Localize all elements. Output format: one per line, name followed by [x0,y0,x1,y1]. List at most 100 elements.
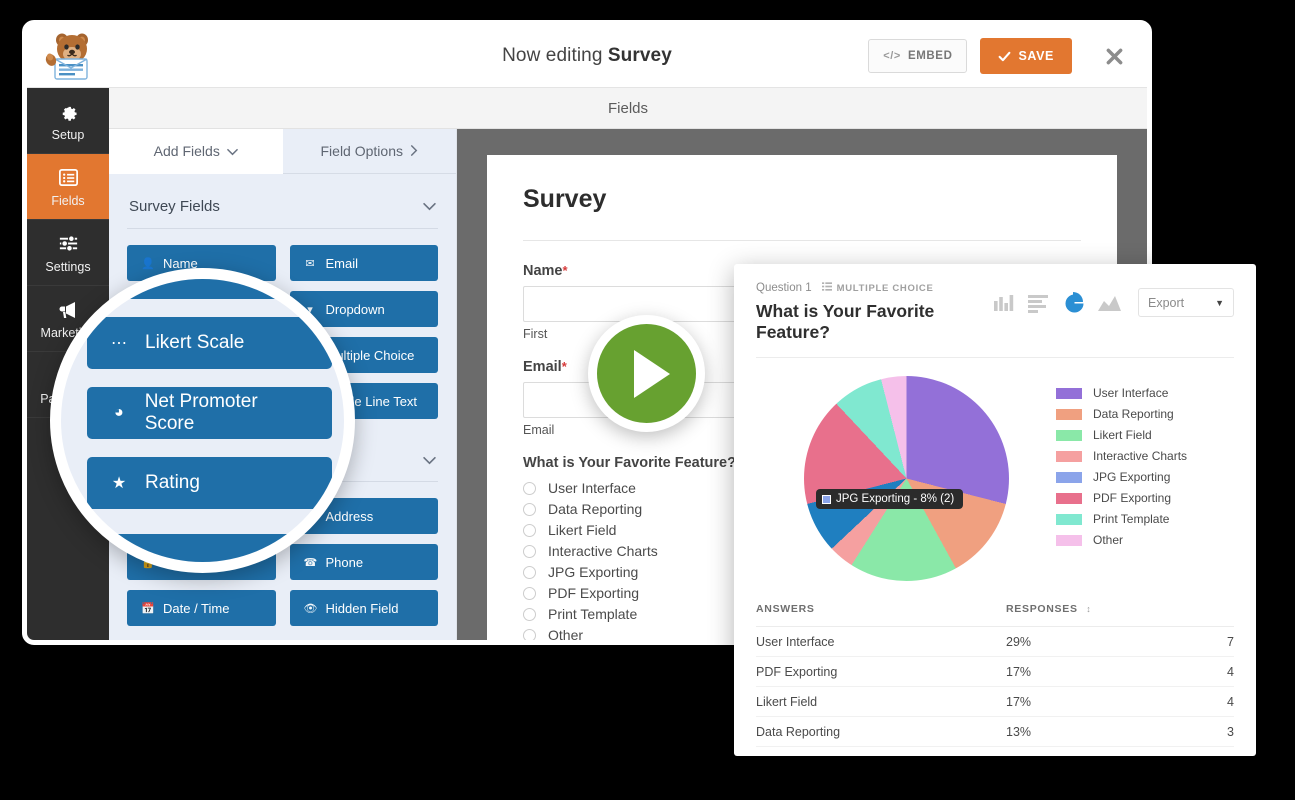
envelope-icon: ✉ [305,257,315,270]
cell-count: 4 [1227,664,1234,679]
list-icon [57,166,80,190]
legend-swatch [1056,429,1082,441]
play-video-button[interactable] [588,315,705,432]
legend-swatch [1056,513,1082,525]
magnified-field-button-label: Likert Scale [145,332,245,353]
legend-label: Interactive Charts [1093,449,1188,463]
area-chart-icon[interactable] [1098,293,1121,313]
radio-icon[interactable] [523,628,536,640]
field-button-date-time[interactable]: 📅 Date / Time [127,590,276,626]
check-icon [999,51,1011,61]
save-button-label: SAVE [1018,49,1054,63]
pie-chart-holder: JPG Exporting - 8% (2) [756,376,1056,581]
legend-item[interactable]: Print Template [1056,512,1187,526]
radio-icon[interactable] [523,523,536,537]
field-button-label: Address [325,508,374,524]
legend-item[interactable]: Interactive Charts [1056,449,1187,463]
radio-icon[interactable] [523,607,536,621]
tab-add-fields[interactable]: Add Fields [109,129,283,174]
magnified-field-button-label: Net Promoter Score [144,391,258,434]
chevron-right-icon [410,143,418,159]
tab-field-options[interactable]: Field Options [282,129,456,174]
legend-item[interactable]: Data Reporting [1056,407,1187,421]
pie-chart-icon[interactable] [1063,292,1085,313]
legend-swatch [1056,492,1082,504]
radio-icon[interactable] [523,586,536,600]
results-question-title: What is Your Favorite Feature? [756,301,935,342]
export-dropdown-label: Export [1148,295,1185,310]
dots-icon: ⋯ [111,335,127,352]
cell-percent: 17% [1006,664,1032,679]
magnified-field-button-likert-scale[interactable]: ⋯ Likert Scale [87,317,332,369]
preview-choice-label: User Interface [548,480,636,496]
cell-count: 4 [1227,694,1234,709]
table-row: User Interface 29% 7 [756,627,1234,657]
close-button[interactable] [1095,37,1133,75]
preview-choice-label: Print Template [548,606,638,622]
legend-label: User Interface [1093,386,1169,400]
gauge-icon: ◕ [114,404,124,421]
preview-choice-label: JPG Exporting [548,564,639,580]
play-triangle-icon [634,349,670,398]
radio-icon[interactable] [523,502,536,516]
save-button[interactable]: SAVE [980,38,1072,74]
horizontal-bar-chart-icon[interactable] [1028,293,1050,313]
results-question-block: Question 1 MULTIPLE CHOICE What is Your … [756,282,993,343]
sidebar-item-label: Setup [51,127,85,142]
column-header-answers: ANSWERS [756,603,815,615]
chevron-down-icon [227,143,238,159]
page-title-prefix: Now editing [502,45,603,66]
required-marker: * [561,359,567,374]
magnified-field-buttons: ⋯ Likert Scale ◕ Net Promoter Score ★ Ra… [87,317,332,509]
preview-choice-label: Data Reporting [548,501,643,517]
radio-icon[interactable] [523,565,536,579]
table-body: User Interface 29% 7 PDF Exporting 17% 4 Liker… [756,627,1234,747]
tab-field-options-label: Field Options [320,143,403,159]
field-button-label: Date / Time [163,600,230,616]
radio-icon[interactable] [523,481,536,495]
section-survey-fields[interactable]: Survey Fields [127,174,438,229]
magnified-field-button-rating[interactable]: ★ Rating [87,457,332,509]
sidebar-item-setup[interactable]: Setup [27,88,109,154]
sidebar-item-settings[interactable]: Settings [27,220,109,286]
legend-item[interactable]: JPG Exporting [1056,470,1187,484]
magnified-field-button-net-promoter-score[interactable]: ◕ Net Promoter Score [87,387,332,439]
chevron-down-icon [423,453,436,468]
legend-label: Data Reporting [1093,407,1174,421]
cell-percent: 13% [1006,724,1032,739]
field-button-hidden-field[interactable]: 👁 Hidden Field [289,590,438,626]
legend-item[interactable]: PDF Exporting [1056,491,1187,505]
column-header-responses[interactable]: RESPONSES ↕ [1006,603,1194,615]
close-icon [1106,48,1122,64]
sidebar-item-label: Fields [51,193,85,208]
export-dropdown[interactable]: Export ▼ [1138,288,1234,317]
email-label-text: Email [523,359,562,375]
preview-choice-label: PDF Exporting [548,585,640,601]
sort-icon[interactable]: ↕ [1086,604,1091,614]
gear-icon [57,100,80,124]
legend-swatch [1056,387,1082,399]
legend-item[interactable]: Likert Field [1056,428,1187,442]
divider [523,240,1081,241]
table-row: PDF Exporting 17% 4 [756,657,1234,687]
field-button-email[interactable]: ✉ Email [289,245,438,281]
legend-item[interactable]: User Interface [1056,386,1187,400]
embed-button[interactable]: </> EMBED [868,39,968,73]
legend-swatch [1056,534,1082,546]
results-panel: Question 1 MULTIPLE CHOICE What is Your … [734,264,1256,756]
legend-swatch [1056,408,1082,420]
field-button-label: Hidden Field [325,600,399,616]
results-header: Question 1 MULTIPLE CHOICE What is Your … [756,282,1234,343]
pie-chart[interactable] [803,376,1009,581]
fields-header-title: Fields [607,99,648,117]
bar-chart-icon[interactable] [993,293,1015,313]
radio-icon[interactable] [523,544,536,558]
star-icon: ★ [111,475,127,492]
legend-label: JPG Exporting [1093,470,1171,484]
cell-answer: PDF Exporting [756,664,838,679]
results-table: ANSWERS RESPONSES ↕ User Interface 29% 7 PD… [756,603,1234,747]
sidebar-item-fields[interactable]: Fields [27,154,109,220]
cell-count: 7 [1227,634,1234,649]
topbar: Now editing Survey </> EMBED SAVE [27,25,1147,88]
legend-item[interactable]: Other [1056,533,1187,547]
